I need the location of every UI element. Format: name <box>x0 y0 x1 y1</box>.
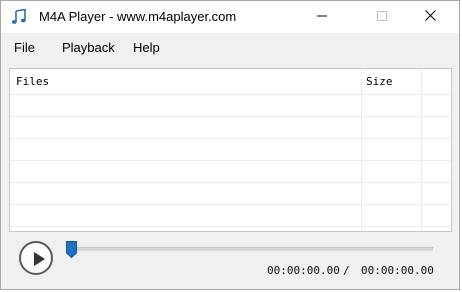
minimize-button[interactable] <box>299 1 345 33</box>
play-icon <box>34 252 45 266</box>
column-header-size[interactable]: Size <box>366 75 393 88</box>
play-button[interactable] <box>19 241 53 275</box>
total-time: 00:00:00.00 <box>361 264 434 277</box>
minimize-icon <box>317 8 327 26</box>
app-window: M4A Player - www.m4aplayer.com File Play… <box>0 0 460 290</box>
row-divider <box>10 204 451 205</box>
player-controls: 00:00:00.00 / 00:00:00.00 <box>9 235 452 285</box>
file-list[interactable]: Files Size <box>9 68 452 232</box>
column-header-files[interactable]: Files <box>16 75 49 88</box>
row-divider <box>10 226 451 227</box>
file-list-header: Files Size <box>10 69 451 94</box>
maximize-icon <box>377 8 387 26</box>
row-divider <box>10 182 451 183</box>
seek-bar[interactable] <box>69 247 433 251</box>
window-title: M4A Player - www.m4aplayer.com <box>39 9 237 24</box>
row-divider <box>10 94 451 95</box>
menu-playback[interactable]: Playback <box>62 40 115 55</box>
current-time: 00:00:00.00 <box>267 264 340 277</box>
close-icon <box>424 8 436 26</box>
row-divider <box>10 160 451 161</box>
seek-thumb[interactable] <box>66 241 77 259</box>
menu-help[interactable]: Help <box>133 40 160 55</box>
music-note-icon <box>11 8 27 25</box>
menu-file[interactable]: File <box>14 40 35 55</box>
row-divider <box>10 138 451 139</box>
time-separator: / <box>343 264 350 277</box>
row-divider <box>10 116 451 117</box>
maximize-button[interactable] <box>359 1 405 33</box>
title-bar[interactable]: M4A Player - www.m4aplayer.com <box>1 1 459 33</box>
menu-bar: File Playback Help <box>1 33 459 63</box>
close-button[interactable] <box>407 1 453 33</box>
